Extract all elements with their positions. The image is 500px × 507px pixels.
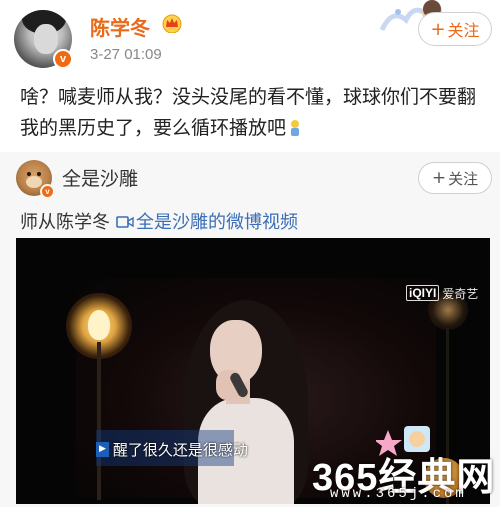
video-source-name: 爱奇艺 — [442, 286, 479, 301]
retweet-text: 师从陈学冬 全是沙雕的微博视频 — [20, 208, 298, 234]
avatar-eye — [37, 172, 41, 176]
video-link[interactable]: 全是沙雕的微博视频 — [136, 212, 298, 233]
follow-button[interactable]: + 关注 — [418, 12, 492, 46]
subtitle-text: 醒了很久还是很感动 — [112, 440, 248, 459]
verified-badge-icon: v — [53, 49, 73, 69]
retweet-follow-button[interactable]: + 关注 — [418, 162, 492, 194]
avatar-snout — [26, 176, 42, 188]
watermark-url: www.365j.com — [330, 486, 467, 502]
subtitle-tag-icon: ▶ — [96, 441, 109, 457]
plus-icon: + — [430, 18, 446, 40]
iqiyi-mark-icon: iQIYI — [406, 285, 440, 301]
crown-icon — [162, 14, 182, 33]
post-header: v 陈学冬 3-27 01:09 + 关注 — [0, 0, 500, 76]
emoji-icon — [291, 120, 300, 136]
stage-light-stand — [97, 342, 101, 500]
video-link-icon — [116, 216, 134, 228]
retweet-text-prefix: 师从陈学冬 — [20, 212, 110, 233]
avatar-face — [34, 24, 58, 54]
follow-button-label: 关注 — [447, 21, 480, 40]
stage-light-bulb — [88, 310, 110, 340]
retweet-follow-label: 关注 — [448, 169, 479, 188]
retweet-author-name[interactable]: 全是沙雕 — [62, 164, 138, 191]
post-text: 啥？喊麦师从我？没头没尾的看不懂，球球你们不要翻我的黑历史了，要么循环播放吧 — [20, 82, 490, 144]
post-text-content: 啥？喊麦师从我？没头没尾的看不懂，球球你们不要翻我的黑历史了，要么循环播放吧 — [20, 86, 477, 139]
author-name[interactable]: 陈学冬 — [90, 12, 150, 41]
verified-badge-icon: v — [40, 184, 55, 199]
video-source-logo: iQIYI 爱奇艺 — [406, 284, 478, 302]
plus-icon: + — [431, 168, 447, 188]
video-subtitle: ▶ 醒了很久还是很感动 — [96, 434, 248, 464]
post-timestamp: 3-27 01:09 — [90, 46, 162, 63]
